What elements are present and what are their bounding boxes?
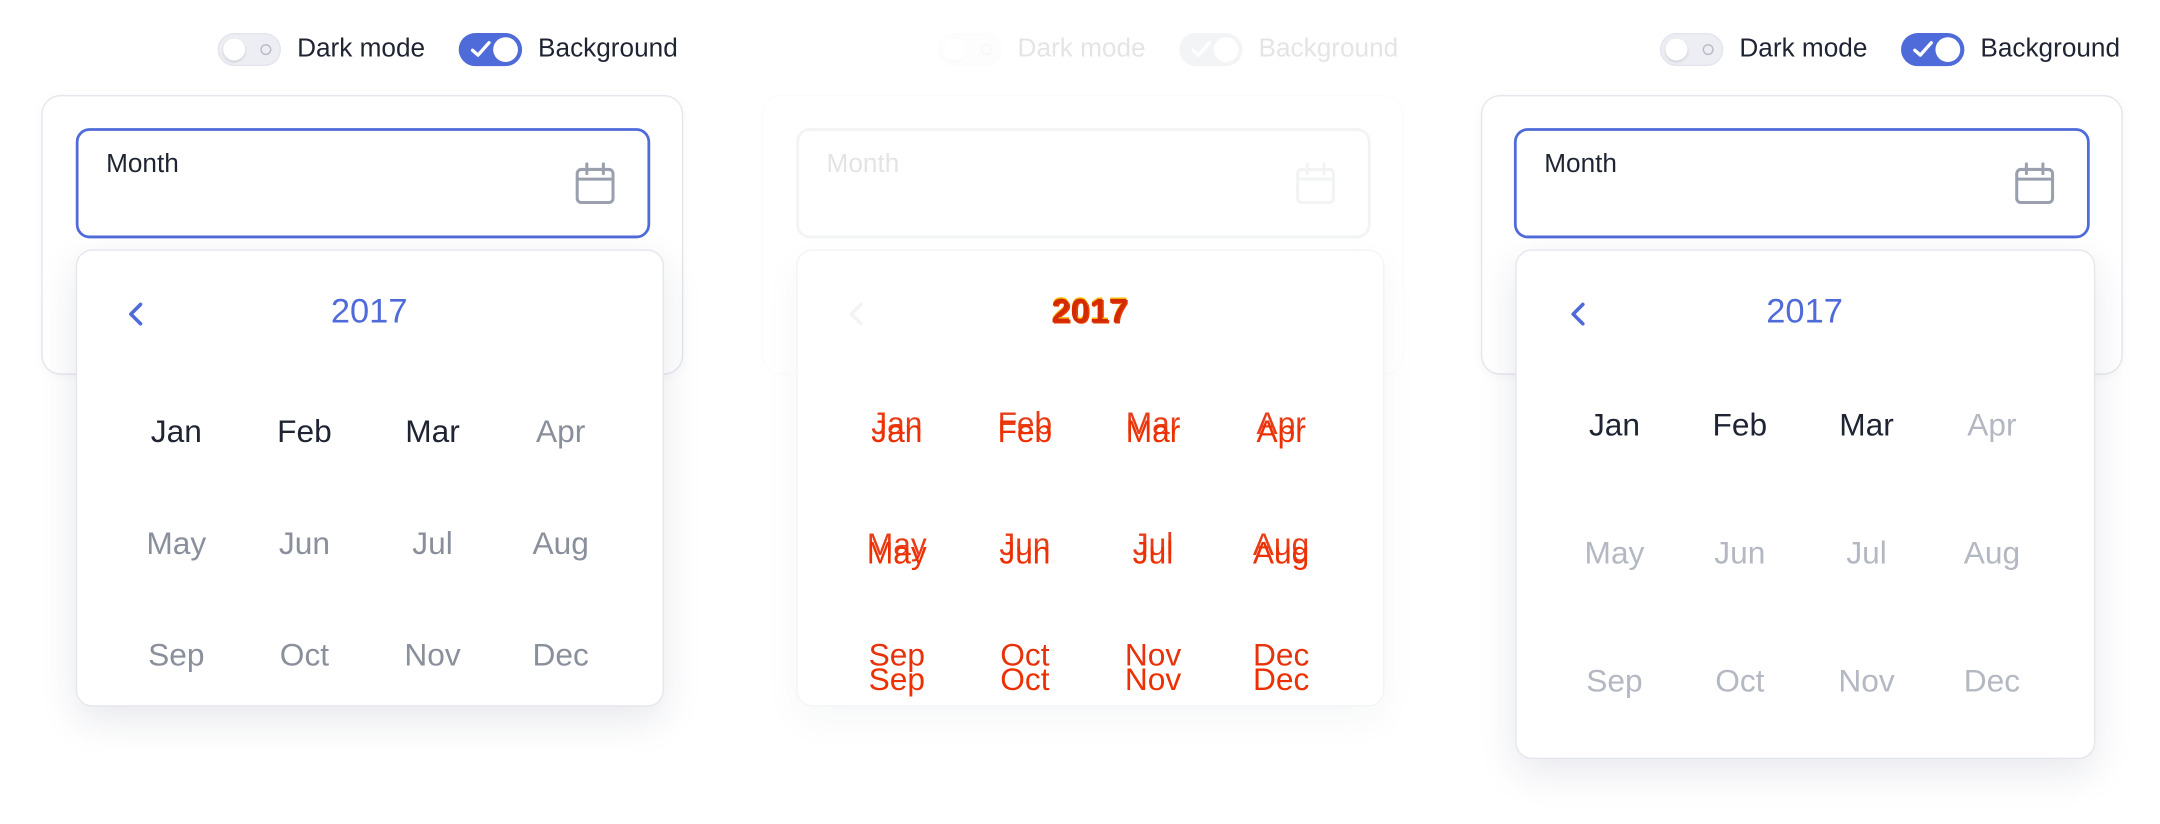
month-may[interactable]: May <box>121 525 231 562</box>
check-icon <box>1190 41 1211 57</box>
month-dec[interactable]: Dec <box>506 636 616 673</box>
year-label[interactable]: 2017 <box>77 292 661 332</box>
month-picker-panel: Dark mode Background Month 2017 Jan Feb … <box>1441 0 2160 824</box>
month-aug[interactable]: Aug <box>1226 534 1336 571</box>
switch-off-icon[interactable] <box>937 33 1002 67</box>
background-toggle[interactable]: Background <box>1900 33 2121 67</box>
month-jun[interactable]: Jun <box>249 525 359 562</box>
toggle-label: Background <box>1258 34 1399 64</box>
switch-on-icon[interactable] <box>1900 33 1964 67</box>
month-aug[interactable]: Aug <box>1937 534 2047 571</box>
toggle-bar: Dark mode Background <box>1626 33 2121 67</box>
month-jan[interactable]: Jan <box>842 413 952 450</box>
month-jul[interactable]: Jul <box>377 525 487 562</box>
switch-on-icon[interactable] <box>1178 33 1242 67</box>
toggle-label: Dark mode <box>1017 34 1146 64</box>
month-picker-panel: Dark mode Background Month 2017 Jan Feb … <box>720 0 1439 824</box>
month-feb[interactable]: Feb <box>1685 406 1795 443</box>
month-jan[interactable]: Jan <box>121 413 231 450</box>
check-icon <box>470 41 491 57</box>
month-nov[interactable]: Nov <box>1098 661 1208 698</box>
month-picker-panel: Dark mode Background Month 2017 Jan Feb … <box>0 0 719 824</box>
switch-on-icon[interactable] <box>458 33 522 67</box>
month-mar[interactable]: Mar <box>1811 406 1921 443</box>
month-oct[interactable]: Oct <box>970 661 1080 698</box>
month-feb[interactable]: Feb <box>970 413 1080 450</box>
background-toggle[interactable]: Background <box>458 33 678 67</box>
toggle-label: Background <box>1980 34 2121 64</box>
month-nov[interactable]: Nov <box>377 636 487 673</box>
month-dec[interactable]: Dec <box>1226 661 1336 698</box>
month-aug[interactable]: Aug <box>506 525 616 562</box>
background-toggle[interactable]: Background <box>1178 33 1399 67</box>
dark-mode-toggle[interactable]: Dark mode <box>217 33 426 67</box>
toggle-bar: Dark mode Background <box>184 33 678 67</box>
month-jul[interactable]: Jul <box>1811 534 1921 571</box>
month-oct[interactable]: Oct <box>1685 663 1795 700</box>
month-jan[interactable]: Jan <box>1559 406 1669 443</box>
month-sep[interactable]: Sep <box>842 661 952 698</box>
month-feb[interactable]: Feb <box>249 413 359 450</box>
month-apr[interactable]: Apr <box>1937 406 2047 443</box>
toggle-label: Dark mode <box>1739 34 1868 64</box>
dark-mode-toggle[interactable]: Dark mode <box>1659 33 1868 67</box>
month-popup: 2017 Jan Feb Mar Apr May Jun Jul Aug Sep… <box>75 249 664 707</box>
year-label[interactable]: 2017 <box>1517 292 2093 332</box>
calendar-icon[interactable] <box>1294 161 1338 205</box>
month-apr[interactable]: Apr <box>1226 413 1336 450</box>
toggle-bar: Dark mode Background <box>905 33 1399 67</box>
month-jun[interactable]: Jun <box>1685 534 1795 571</box>
month-may[interactable]: May <box>842 534 952 571</box>
switch-off-icon[interactable] <box>1659 33 1723 67</box>
month-may[interactable]: May <box>1559 534 1669 571</box>
calendar-icon[interactable] <box>573 161 617 205</box>
month-mar[interactable]: Mar <box>1098 413 1208 450</box>
month-field[interactable]: Month <box>1513 128 2090 239</box>
month-sep[interactable]: Sep <box>121 636 231 673</box>
month-field[interactable]: Month <box>75 128 651 239</box>
switch-off-icon[interactable] <box>217 33 281 67</box>
month-jul[interactable]: Jul <box>1098 534 1208 571</box>
month-popup: 2017 Jan Feb Mar Apr May Jun Jul Aug Sep… <box>1515 249 2096 760</box>
calendar-icon[interactable] <box>2013 161 2057 205</box>
month-nov[interactable]: Nov <box>1811 663 1921 700</box>
month-mar[interactable]: Mar <box>377 413 487 450</box>
field-label: Month <box>1544 150 1617 180</box>
popup-header: 2017 <box>798 284 1383 345</box>
year-label[interactable]: 2017 <box>798 292 1382 332</box>
dark-mode-toggle[interactable]: Dark mode <box>937 33 1146 67</box>
toggle-label: Background <box>538 34 678 64</box>
popup-header: 2017 <box>1517 284 2094 345</box>
month-jun[interactable]: Jun <box>970 534 1080 571</box>
month-field[interactable]: Month <box>796 128 1371 239</box>
toggle-label: Dark mode <box>297 34 426 64</box>
check-icon <box>1912 41 1933 57</box>
popup-header: 2017 <box>77 284 662 345</box>
month-dec[interactable]: Dec <box>1937 663 2047 700</box>
month-sep[interactable]: Sep <box>1559 663 1669 700</box>
field-label: Month <box>106 150 179 180</box>
month-popup: 2017 Jan Feb Mar Apr May Jun Jul Aug Sep… <box>796 249 1385 707</box>
month-apr[interactable]: Apr <box>506 413 616 450</box>
month-oct[interactable]: Oct <box>249 636 359 673</box>
field-label: Month <box>826 150 900 180</box>
